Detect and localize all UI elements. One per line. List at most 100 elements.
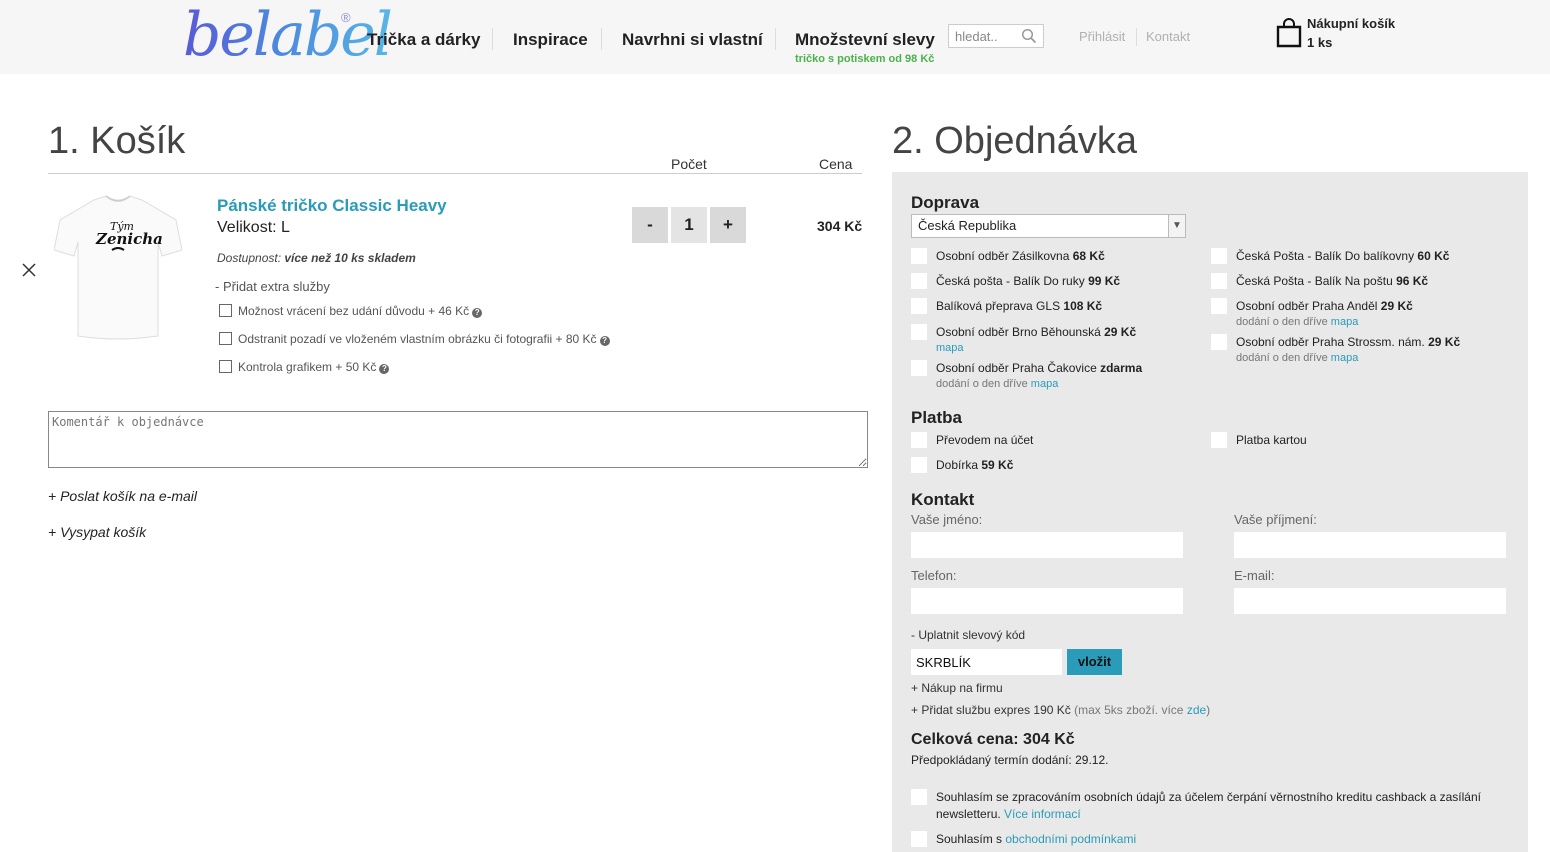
product-name[interactable]: Pánské tričko Classic Heavy — [217, 196, 447, 216]
option-price: 96 Kč — [1396, 274, 1429, 288]
shipping-radio-gls[interactable] — [911, 298, 927, 314]
map-link[interactable]: mapa — [1031, 378, 1059, 390]
country-select[interactable]: Česká Republika ▼ — [911, 214, 1186, 238]
shipping-option-andel[interactable]: Osobní odběr Praha Anděl 29 Kč — [1236, 299, 1413, 313]
discount-code-label[interactable]: - Uplatnit slevový kód — [911, 628, 1025, 642]
registered-mark: ® — [341, 10, 351, 25]
express-more-link[interactable]: zde — [1187, 703, 1206, 717]
search-input[interactable] — [949, 25, 1019, 47]
payment-option-card[interactable]: Platba kartou — [1236, 433, 1307, 447]
print-text-line2: Zenicha — [95, 230, 163, 248]
newsletter-consent: Souhlasím se zpracováním osobních údajů … — [936, 789, 1496, 823]
option-label: Platba kartou — [1236, 433, 1307, 447]
shipping-radio-andel[interactable] — [1211, 298, 1227, 314]
express-service-link[interactable]: + Přidat službu expres 190 Kč — [911, 703, 1071, 717]
discount-code-input[interactable] — [911, 649, 1062, 675]
map-link[interactable]: mapa — [1331, 352, 1359, 364]
extra-check-checkbox[interactable] — [219, 360, 232, 373]
option-label: Osobní odběr Praha Anděl — [1236, 299, 1381, 313]
first-name-field[interactable] — [911, 532, 1183, 558]
delivery-note: dodání o den dříve mapa — [936, 378, 1058, 390]
more-info-link[interactable]: Více informací — [1004, 807, 1081, 821]
decrease-qty-button[interactable]: - — [632, 207, 668, 243]
express-note-end: ) — [1206, 703, 1211, 717]
product-size: Velikost: L — [217, 219, 290, 236]
extra-return-checkbox[interactable] — [219, 304, 232, 317]
site-logo[interactable]: belabel — [183, 4, 393, 66]
email-field[interactable] — [1234, 588, 1506, 614]
payment-radio-card[interactable] — [1211, 432, 1227, 448]
payment-option-cod[interactable]: Dobírka 59 Kč — [936, 458, 1013, 472]
map-link[interactable]: mapa — [936, 342, 964, 354]
shipping-radio-do-ruky[interactable] — [911, 273, 927, 289]
option-price: 29 Kč — [1428, 335, 1461, 349]
increase-qty-button[interactable]: + — [710, 207, 746, 243]
help-icon[interactable]: ? — [599, 336, 610, 346]
order-comment-textarea[interactable] — [48, 411, 868, 468]
help-icon[interactable]: ? — [472, 308, 483, 318]
search-icon[interactable] — [1021, 28, 1037, 44]
shopping-bag-icon[interactable] — [1276, 18, 1302, 48]
help-icon[interactable]: ? — [379, 364, 390, 374]
shipping-option-zasilkovna[interactable]: Osobní odběr Zásilkovna 68 Kč — [936, 249, 1105, 263]
cart-count[interactable]: 1 ks — [1307, 35, 1332, 50]
extra-background-checkbox[interactable] — [219, 332, 232, 345]
nav-navrhni[interactable]: Navrhni si vlastní — [622, 30, 763, 50]
last-name-field[interactable] — [1234, 532, 1506, 558]
option-price: 59 Kč — [981, 458, 1014, 472]
payment-radio-transfer[interactable] — [911, 432, 927, 448]
extra-check-label: Kontrola grafikem + 50 Kč — [238, 360, 377, 374]
map-link[interactable]: mapa — [1331, 316, 1359, 328]
option-label: Osobní odběr Praha Strossm. nám. — [1236, 335, 1429, 349]
terms-link[interactable]: obchodními podmínkami — [1005, 832, 1136, 846]
extra-service-return: Možnost vrácení bez udání důvodu + 46 Kč… — [219, 304, 483, 318]
terms-consent-checkbox[interactable] — [911, 831, 927, 847]
phone-field[interactable] — [911, 588, 1183, 614]
shipping-radio-balikovna[interactable] — [1211, 248, 1227, 264]
apply-discount-button[interactable]: vložit — [1067, 649, 1122, 675]
shipping-option-gls[interactable]: Balíková přeprava GLS 108 Kč — [936, 299, 1102, 313]
shipping-radio-na-postu[interactable] — [1211, 273, 1227, 289]
nav-tricka[interactable]: Trička a dárky — [367, 30, 480, 50]
shipping-option-cakovice[interactable]: Osobní odběr Praha Čakovice zdarma — [936, 361, 1142, 375]
payment-radio-cod[interactable] — [911, 457, 927, 473]
order-heading: 2. Objednávka — [892, 120, 1138, 162]
remove-item-icon[interactable] — [22, 263, 36, 277]
shipping-option-do-ruky[interactable]: Česká pošta - Balík Do ruky 99 Kč — [936, 274, 1120, 288]
shipping-option-strossmayer[interactable]: Osobní odběr Praha Strossm. nám. 29 Kč — [1236, 335, 1460, 349]
qty-input[interactable]: 1 — [671, 207, 707, 243]
consent-text: Souhlasím s — [936, 832, 1006, 846]
shipping-option-brno[interactable]: Osobní odběr Brno Běhounská 29 Kč — [936, 325, 1136, 339]
nav-inspirace[interactable]: Inspirace — [513, 30, 588, 50]
company-purchase-link[interactable]: + Nákup na firmu — [911, 681, 1003, 695]
product-image[interactable]: Tým Zenicha — [54, 190, 182, 342]
shipping-option-balikovna[interactable]: Česká Pošta - Balík Do balíkovny 60 Kč — [1236, 249, 1449, 263]
empty-cart-link[interactable]: + Vysypat košík — [48, 524, 146, 540]
nav-mnozstevni-slevy[interactable]: Množstevní slevy — [795, 30, 935, 50]
login-link[interactable]: Přihlásit — [1079, 29, 1125, 44]
send-cart-email-link[interactable]: + Poslat košík na e-mail — [48, 488, 197, 504]
link-separator — [1136, 28, 1137, 46]
terms-consent: Souhlasím s obchodními podmínkami — [936, 831, 1136, 848]
availability: Dostupnost: více než 10 ks skladem — [217, 251, 416, 265]
shipping-radio-cakovice[interactable] — [911, 360, 927, 376]
option-label: Osobní odběr Praha Čakovice — [936, 361, 1101, 375]
nav-subtitle: tričko s potiskem od 98 Kč — [795, 53, 935, 65]
last-name-label: Vaše příjmení: — [1234, 512, 1317, 527]
contact-link[interactable]: Kontakt — [1146, 29, 1190, 44]
extra-services-label[interactable]: - Přidat extra služby — [215, 279, 330, 294]
shipping-radio-strossmayer[interactable] — [1211, 334, 1227, 350]
cart-title[interactable]: Nákupní košík — [1307, 16, 1395, 31]
payment-option-transfer[interactable]: Převodem na účet — [936, 433, 1033, 447]
price-column-header: Cena — [819, 156, 853, 172]
chevron-down-icon[interactable]: ▼ — [1168, 215, 1185, 237]
newsletter-consent-checkbox[interactable] — [911, 789, 927, 805]
option-label: Osobní odběr Brno Běhounská — [936, 325, 1105, 339]
express-service: + Přidat službu expres 190 Kč (max 5ks z… — [911, 703, 1210, 717]
option-price: 29 Kč — [1104, 325, 1137, 339]
shipping-option-na-postu[interactable]: Česká Pošta - Balík Na poštu 96 Kč — [1236, 274, 1428, 288]
option-label: Balíková přeprava GLS — [936, 299, 1064, 313]
shipping-radio-zasilkovna[interactable] — [911, 248, 927, 264]
option-price: 60 Kč — [1417, 249, 1450, 263]
shipping-radio-brno[interactable] — [911, 324, 927, 340]
